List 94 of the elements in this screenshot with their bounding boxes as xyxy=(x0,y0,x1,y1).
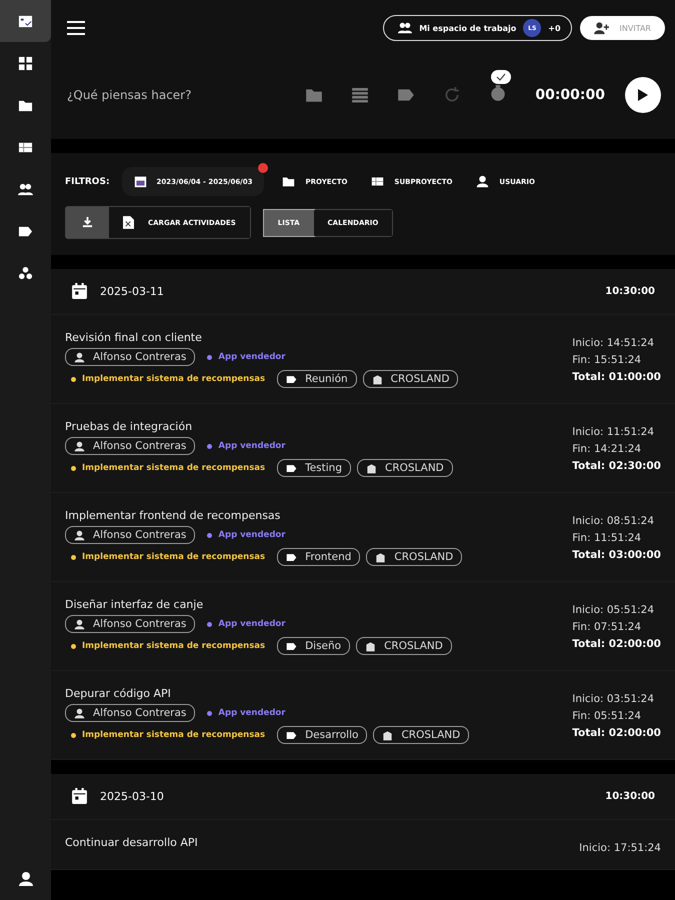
list-icon[interactable] xyxy=(351,86,370,104)
client-chip: CROSLAND xyxy=(357,459,453,477)
activity-title: Pruebas de integración xyxy=(65,420,194,433)
day-date: 2025-03-10 xyxy=(100,790,164,803)
cluster-icon xyxy=(18,266,33,280)
day-total: 10:30:00 xyxy=(605,791,655,802)
download-button[interactable] xyxy=(66,207,109,238)
tag-chip: Testing xyxy=(277,459,351,477)
user-chip: Alfonso Contreras xyxy=(65,526,196,544)
project-name: App vendedor xyxy=(218,441,286,451)
user-chip: Alfonso Contreras xyxy=(65,704,196,722)
play-button[interactable] xyxy=(625,77,661,113)
end-time: Fin: 14:21:24 xyxy=(572,443,642,455)
task-name: Implementar sistema de recompensas xyxy=(82,641,266,651)
activity-title: Continuar desarrollo API xyxy=(65,836,199,849)
task-name: Implementar sistema de recompensas xyxy=(82,552,266,562)
user-icon xyxy=(74,352,85,362)
sidebar-item[interactable] xyxy=(0,0,51,42)
tasks-icon xyxy=(18,14,33,28)
building-icon xyxy=(366,462,377,474)
end-time: Fin: 07:51:24 xyxy=(572,621,642,633)
calendar-icon xyxy=(71,788,88,805)
project-name: App vendedor xyxy=(218,708,286,718)
activity-title: Implementar frontend de recompensas xyxy=(65,509,282,522)
building-icon xyxy=(365,640,376,652)
end-time: Fin: 11:51:24 xyxy=(572,532,642,544)
excel-file-icon xyxy=(123,216,134,229)
check-badge-icon xyxy=(491,70,512,84)
task-name: Implementar sistema de recompensas xyxy=(82,463,266,473)
user-icon xyxy=(74,440,85,452)
client-chip: CROSLAND xyxy=(366,548,462,566)
user-icon xyxy=(18,871,34,887)
play-icon xyxy=(638,89,648,101)
tag-icon xyxy=(286,640,298,652)
start-time: Inicio: 08:51:24 xyxy=(572,515,656,527)
people-icon xyxy=(18,182,33,196)
task-input-field[interactable]: ¿Qué piensas hacer? xyxy=(67,88,278,102)
download-icon xyxy=(82,217,93,228)
project-name: App vendedor xyxy=(218,530,286,540)
task-name: Implementar sistema de recompensas xyxy=(82,730,266,740)
tag-chip: Desarrollo xyxy=(277,726,368,744)
start-time: Inicio: 17:51:24 xyxy=(579,842,661,854)
end-time: Fin: 05:51:24 xyxy=(572,710,642,722)
user-icon xyxy=(74,530,85,540)
project-name: App vendedor xyxy=(218,619,286,629)
start-time: Inicio: 03:51:24 xyxy=(572,693,656,705)
client-chip: CROSLAND xyxy=(356,637,452,655)
activity-title: Depurar código API xyxy=(65,687,172,700)
task-name: Implementar sistema de recompensas xyxy=(82,374,266,384)
start-time: Inicio: 05:51:24 xyxy=(572,604,656,616)
activity-title: Diseñar interfaz de canje xyxy=(65,598,204,611)
start-time: Inicio: 14:51:24 xyxy=(572,337,656,349)
calendar-icon xyxy=(71,283,88,300)
user-chip: Alfonso Contreras xyxy=(65,615,196,633)
add-user-icon xyxy=(594,21,610,35)
entry-total: Total: 01:00:00 xyxy=(572,371,661,383)
stopwatch-icon[interactable] xyxy=(489,84,508,102)
dashboard-icon xyxy=(18,56,33,70)
user-icon xyxy=(74,708,85,718)
building-icon xyxy=(372,374,383,384)
filters-label: FILTROS: xyxy=(65,176,110,186)
building-icon xyxy=(382,730,394,740)
timer-display: 00:00:00 xyxy=(535,87,605,103)
user-icon xyxy=(74,618,85,630)
user-chip: Alfonso Contreras xyxy=(65,348,196,366)
day-date: 2025-03-11 xyxy=(100,285,164,298)
folder-icon xyxy=(282,175,296,188)
entry-total: Total: 03:00:00 xyxy=(572,549,661,561)
project-name: App vendedor xyxy=(218,352,286,362)
tag-icon xyxy=(286,374,298,384)
entry-total: Total: 02:00:00 xyxy=(572,727,661,739)
client-chip: CROSLAND xyxy=(362,370,458,388)
start-time: Inicio: 11:51:24 xyxy=(572,426,656,438)
end-time: Fin: 15:51:24 xyxy=(572,354,642,366)
entry-total: Total: 02:30:00 xyxy=(572,460,661,472)
building-icon xyxy=(375,552,386,562)
workspace-name: Mi espacio de trabajo xyxy=(419,24,516,32)
people-icon xyxy=(398,21,412,35)
calendar-icon xyxy=(134,175,147,188)
client-chip: CROSLAND xyxy=(373,726,470,744)
tag-chip: Frontend xyxy=(277,548,360,566)
table-icon xyxy=(371,175,384,188)
activity-title: Revisión final con cliente xyxy=(65,331,203,344)
entry-total: Total: 02:00:00 xyxy=(572,638,661,650)
user-chip: Alfonso Contreras xyxy=(65,437,196,455)
tag-icon xyxy=(286,552,298,562)
tag-chip: Diseño xyxy=(277,637,350,655)
tag-icon xyxy=(286,730,298,740)
day-total: 10:30:00 xyxy=(605,286,655,297)
tag-chip: Reunión xyxy=(277,370,357,388)
menu-icon[interactable] xyxy=(67,21,85,35)
member-count: +0 xyxy=(548,24,561,32)
user-icon xyxy=(476,175,490,188)
tag-icon xyxy=(286,462,298,474)
